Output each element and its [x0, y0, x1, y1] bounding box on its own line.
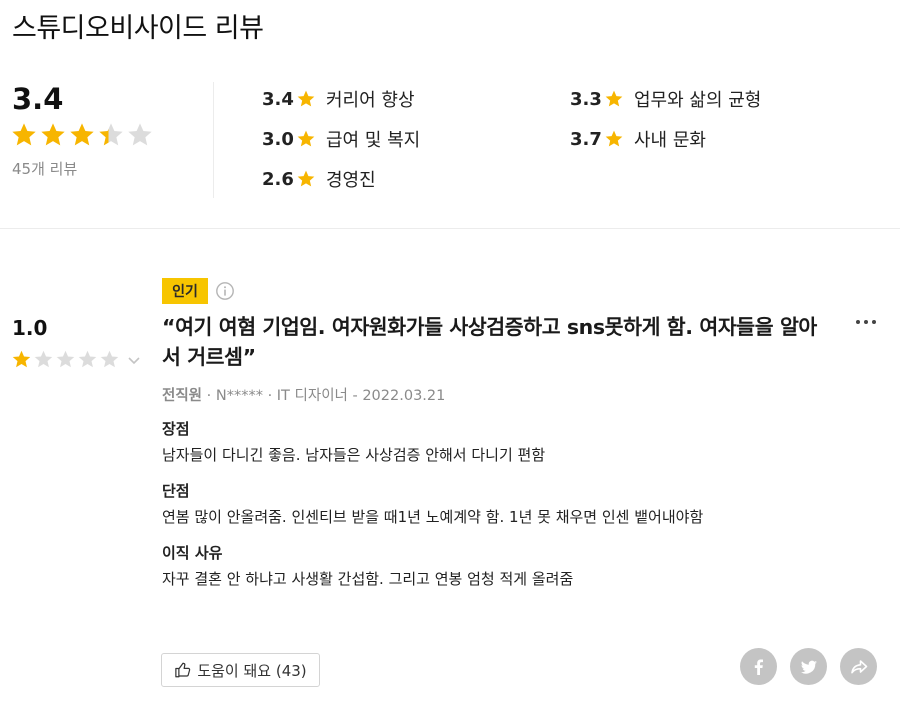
more-icon[interactable]	[854, 312, 878, 332]
chevron-down-icon	[128, 356, 140, 364]
category-label: 커리어 향상	[326, 90, 415, 111]
cons-heading: 단점	[162, 482, 190, 500]
review-count: 45개 리뷰	[12, 160, 78, 178]
star-icon	[12, 123, 36, 146]
overall-score: 3.4	[12, 82, 64, 116]
category-score: 3.3	[570, 88, 602, 110]
category-score: 3.7	[570, 128, 602, 150]
helpful-label: 도움이 돼요 (43)	[197, 661, 307, 680]
category-score: 3.4	[262, 88, 294, 110]
category-score: 3.0	[262, 128, 294, 150]
star-icon	[297, 130, 315, 147]
star-icon	[297, 90, 315, 107]
star-icon	[605, 90, 623, 107]
summary-divider	[213, 82, 214, 198]
pros-text: 남자들이 다니긴 좋음. 남자들은 사상검증 안해서 다니기 편함	[162, 446, 546, 464]
review-score: 1.0	[12, 316, 48, 340]
leave-reason-heading: 이직 사유	[162, 544, 223, 562]
page-title: 스튜디오비사이드 리뷰	[12, 13, 264, 44]
star-icon	[34, 350, 53, 368]
popular-badge: 인기	[162, 278, 208, 304]
category-label: 급여 및 복지	[326, 130, 421, 151]
star-icon	[605, 130, 623, 147]
star-icon	[78, 350, 97, 368]
category-label: 업무와 삶의 균형	[634, 90, 762, 111]
pros-heading: 장점	[162, 420, 190, 438]
review-stars	[11, 349, 120, 370]
share-button[interactable]	[840, 648, 877, 685]
category-score: 2.6	[262, 168, 294, 190]
leave-reason-text: 자꾸 결혼 안 하냐고 사생활 간섭함. 그리고 연봉 엄청 적게 올려줌	[162, 570, 574, 588]
star-icon	[70, 123, 94, 146]
helpful-button[interactable]: 도움이 돼요 (43)	[161, 653, 320, 687]
star-icon	[128, 123, 152, 146]
share-icon	[850, 659, 867, 673]
category-label: 경영진	[326, 170, 376, 191]
cons-text: 연봄 많이 안올려줌. 인센티브 받을 때1년 노예계약 함. 1년 못 채우면…	[162, 508, 704, 526]
section-divider	[0, 228, 900, 229]
star-icon	[56, 350, 75, 368]
reviewer-info: · N***** · IT 디자이너 - 2022.03.21	[202, 388, 446, 404]
overall-star-rating	[10, 121, 154, 149]
reviewer-status: 전직원	[162, 388, 203, 404]
facebook-share-button[interactable]	[740, 648, 777, 685]
review-star-rating[interactable]	[11, 349, 142, 370]
category-label: 사내 문화	[634, 130, 706, 151]
category-rating-management: 2.6 경영진	[262, 166, 376, 192]
thumbs-up-icon	[175, 662, 191, 678]
star-icon	[12, 350, 31, 368]
star-icon	[41, 123, 65, 146]
category-rating-culture: 3.7 사내 문화	[570, 126, 706, 152]
review-headline: “여기 여혐 기업임. 여자원화가들 사상검증하고 sns못하게 함. 여자들을…	[162, 315, 817, 369]
info-icon[interactable]	[215, 281, 235, 301]
facebook-icon	[754, 659, 763, 675]
star-icon	[100, 350, 119, 368]
star-icon	[99, 123, 123, 146]
twitter-icon	[800, 660, 817, 674]
category-rating-pay: 3.0 급여 및 복지	[262, 126, 420, 152]
category-rating-career: 3.4 커리어 향상	[262, 86, 415, 112]
category-rating-worklife: 3.3 업무와 삶의 균형	[570, 86, 761, 112]
twitter-share-button[interactable]	[790, 648, 827, 685]
star-icon	[297, 170, 315, 187]
review-meta: 전직원 · N***** · IT 디자이너 - 2022.03.21	[162, 384, 445, 405]
